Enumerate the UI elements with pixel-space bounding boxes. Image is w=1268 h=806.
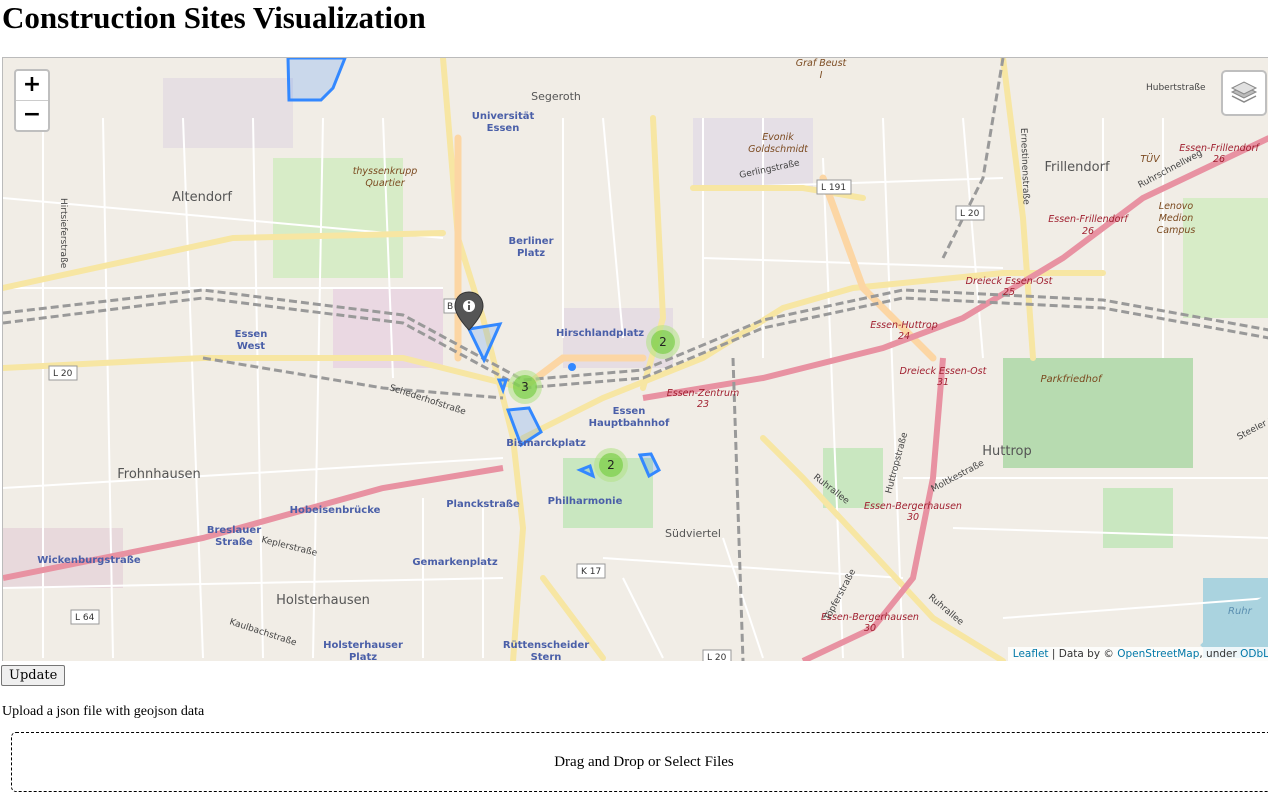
place-label: Holsterhauser (323, 640, 403, 651)
place-label: Straße (215, 537, 253, 548)
park-area (823, 448, 883, 508)
place-label: Essen-Huttrop (870, 320, 938, 331)
place-label: Hirschlandplatz (556, 328, 644, 339)
leaflet-link[interactable]: Leaflet (1013, 648, 1049, 660)
place-label: Südviertel (665, 527, 721, 540)
place-label: Gemarkenplatz (412, 557, 497, 568)
place-label: Rüttenscheider (503, 640, 589, 651)
place-label: Campus (1157, 225, 1196, 236)
place-label: Philharmonie (548, 496, 623, 507)
marker-cluster-count: 2 (659, 335, 667, 349)
place-label: Lenovo (1159, 201, 1194, 212)
marker-cluster[interactable]: 2 (594, 448, 628, 482)
place-label: 30 (864, 623, 876, 634)
road-shield-label: K 17 (581, 567, 601, 577)
marker-cluster[interactable]: 3 (508, 370, 542, 404)
road-shield-label: L 20 (707, 653, 727, 661)
place-label: West (237, 341, 265, 352)
zoom-in-button[interactable]: + (16, 71, 48, 100)
dropzone-label: Drag and Drop or Select Files (554, 754, 734, 770)
place-label: Essen-Frillendorf (1048, 214, 1129, 225)
place-label: 24 (898, 331, 910, 342)
layers-control-button[interactable] (1221, 70, 1267, 116)
marker-cluster-count: 2 (607, 458, 615, 472)
layers-icon (1230, 81, 1258, 103)
place-label: Wickenburgstraße (37, 555, 141, 566)
marker-cluster[interactable]: 2 (646, 325, 680, 359)
road-label: Hirtsieferstraße (58, 198, 68, 269)
place-label: Evonik (762, 132, 794, 143)
road-shield-label: L 191 (821, 183, 846, 193)
place-label: Hauptbahnhof (589, 418, 670, 429)
place-label: Stern (531, 652, 562, 661)
landuse-patch (163, 78, 293, 148)
page-title: Construction Sites Visualization (2, 0, 426, 35)
place-label: 31 (937, 377, 949, 388)
place-label: Breslauer (207, 525, 261, 536)
place-label: Frohnhausen (117, 467, 200, 482)
place-label: Dreieck Essen-Ost (966, 276, 1054, 287)
place-label: Essen-Bergerhausen (864, 501, 962, 512)
map-container[interactable]: L 191 L 20 L 20 K 17 L 64 L 20 B Univers… (2, 57, 1268, 661)
place-label: Essen (487, 123, 520, 134)
place-label: I (820, 70, 823, 81)
attribution-text: | Data by © (1048, 648, 1118, 660)
road-shield-label: B (447, 302, 453, 312)
place-label: Medion (1159, 213, 1194, 224)
marker-cluster-count: 3 (521, 380, 529, 394)
place-label: 23 (697, 399, 709, 410)
zoom-out-button[interactable]: − (16, 100, 48, 130)
road-shield-label: L 64 (75, 613, 95, 623)
place-label: Essen (235, 329, 268, 340)
place-label: Hobeisenbrücke (290, 505, 381, 516)
file-dropzone[interactable]: Drag and Drop or Select Files (11, 732, 1268, 792)
place-label: Parkfriedhof (1041, 374, 1103, 385)
place-label: 26 (1082, 226, 1094, 237)
place-label: Dreieck Essen-Ost (900, 366, 988, 377)
place-label: Holsterhausen (276, 593, 370, 608)
map-tiles[interactable]: L 191 L 20 L 20 K 17 L 64 L 20 B Univers… (3, 58, 1268, 661)
place-label: Huttrop (982, 444, 1031, 459)
road-label: Hubertstraße (1146, 83, 1206, 93)
place-label: Berliner (508, 236, 553, 247)
place-label: Essen-Zentrum (667, 388, 739, 399)
upload-label: Upload a json file with geojson data (2, 704, 205, 719)
park-area (1183, 198, 1268, 318)
marker-info-dot (467, 301, 471, 304)
place-label: Platz (517, 248, 545, 259)
place-label: Graf Beust (796, 58, 848, 69)
place-label: 30 (907, 512, 919, 523)
map-attribution: Leaflet | Data by © OpenStreetMap, under… (1007, 647, 1268, 661)
update-button[interactable]: Update (1, 665, 66, 686)
place-label: 25 (1003, 287, 1015, 298)
park-area (1103, 488, 1173, 548)
place-label: Frillendorf (1044, 160, 1109, 175)
place-label: TÜV (1140, 154, 1161, 165)
place-label: Planckstraße (446, 499, 520, 510)
place-label: Essen (613, 406, 646, 417)
place-label: Quartier (365, 178, 405, 189)
place-label: Universität (472, 111, 535, 122)
place-label: Platz (349, 652, 377, 661)
place-label: Altendorf (172, 190, 232, 205)
river-label: Ruhr (1228, 606, 1253, 617)
odbl-link[interactable]: ODbL (1240, 648, 1268, 660)
place-label: Bismarckplatz (506, 438, 586, 449)
zoom-control: + − (14, 69, 50, 132)
road-shield-label: L 20 (960, 209, 980, 219)
place-label: Segeroth (531, 90, 581, 103)
construction-site-point[interactable] (568, 363, 576, 371)
place-label: Goldschmidt (748, 144, 809, 155)
openstreetmap-link[interactable]: OpenStreetMap (1117, 648, 1199, 660)
marker-info-stem (468, 305, 470, 310)
place-label: 26 (1213, 154, 1225, 165)
attribution-text: , under (1199, 648, 1241, 660)
road-shield-label: L 20 (53, 369, 73, 379)
place-label: thyssenkrupp (353, 166, 418, 177)
